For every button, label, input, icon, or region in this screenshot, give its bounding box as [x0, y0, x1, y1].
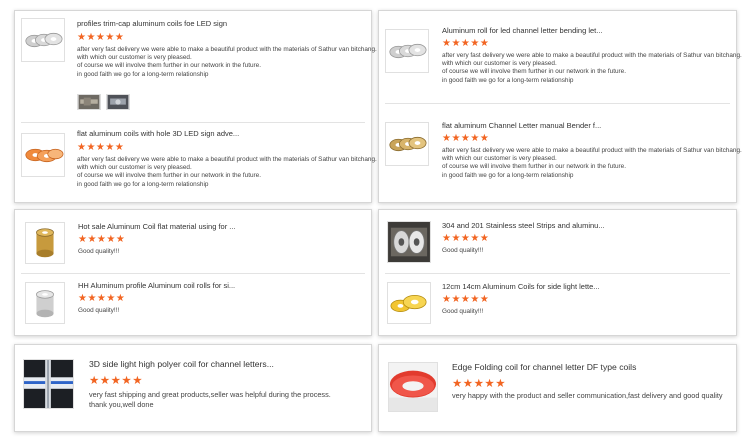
review-6-text: Good quality!!! [442, 247, 484, 254]
review-item: profiles trim-cap aluminum coils foe LED… [15, 11, 377, 121]
steel-strips-image [388, 222, 430, 262]
review-5-title[interactable]: HH Aluminum profile Aluminum coil rolls … [78, 281, 278, 290]
review-7-rating-stars: ★★★★★ [442, 294, 490, 305]
review-6-thumbnail[interactable] [387, 221, 431, 263]
review-0-rating-stars: ★★★★★ [77, 32, 125, 43]
review-2-title[interactable]: Aluminum roll for led channel letter ben… [442, 26, 732, 35]
review-3-rating-stars: ★★★★★ [442, 133, 490, 144]
review-8-thumbnail[interactable] [23, 359, 74, 409]
review-item: Aluminum roll for led channel letter ben… [379, 11, 742, 101]
review-0-photo-2[interactable] [106, 94, 130, 110]
red-coil-photo [389, 363, 437, 411]
review-item: Edge Folding coil for channel letter DF … [379, 345, 736, 433]
review-0-title[interactable]: profiles trim-cap aluminum coils foe LED… [77, 19, 367, 28]
review-photo-icon [78, 95, 100, 109]
review-3-thumbnail[interactable] [385, 122, 429, 166]
review-2-text: after very fast delivery we were able to… [442, 52, 742, 84]
review-item: 304 and 201 Stainless steel Strips and a… [379, 210, 736, 272]
review-8-text: very fast shipping and great products,se… [89, 390, 331, 409]
review-4-text: Good quality!!! [78, 248, 120, 255]
review-8-rating-stars: ★★★★★ [89, 375, 144, 387]
review-9-text: very happy with the product and seller c… [452, 391, 723, 400]
review-7-text: Good quality!!! [442, 308, 484, 315]
review-2-rating-stars: ★★★★★ [442, 38, 490, 49]
review-item: flat aluminum Channel Letter manual Bend… [379, 104, 742, 203]
review-4-thumbnail[interactable] [25, 222, 65, 264]
review-4-title[interactable]: Hot sale Aluminum Coil flat material usi… [78, 222, 278, 231]
review-photo-icon [107, 95, 129, 109]
review-9-thumbnail[interactable] [388, 362, 438, 412]
review-2-thumbnail[interactable] [385, 29, 429, 73]
yellow-coils-image [388, 283, 430, 323]
orange-coils-image [22, 134, 64, 176]
review-item: HH Aluminum profile Aluminum coil rolls … [15, 274, 371, 336]
review-item: 3D side light high polyer coil for chann… [15, 345, 371, 433]
gold-coils-image [386, 123, 428, 165]
polymer-coil-photo [24, 360, 73, 408]
review-1-thumbnail[interactable] [21, 133, 65, 177]
review-5-thumbnail[interactable] [25, 282, 65, 324]
review-0-photo-1[interactable] [77, 94, 101, 110]
review-card: Aluminum roll for led channel letter ben… [378, 10, 742, 203]
review-9-rating-stars: ★★★★★ [452, 378, 507, 390]
review-card: Edge Folding coil for channel letter DF … [378, 344, 737, 432]
review-6-title[interactable]: 304 and 201 Stainless steel Strips and a… [442, 221, 642, 230]
review-item: 12cm 14cm Aluminum Coils for side light … [379, 274, 736, 336]
review-item: Hot sale Aluminum Coil flat material usi… [15, 210, 371, 272]
review-9-title[interactable]: Edge Folding coil for channel letter DF … [452, 362, 732, 372]
review-0-thumbnail[interactable] [21, 18, 65, 62]
review-card: 304 and 201 Stainless steel Strips and a… [378, 209, 737, 336]
review-1-title[interactable]: flat aluminum coils with hole 3D LED sig… [77, 129, 367, 138]
review-0-text: after very fast delivery we were able to… [77, 46, 377, 78]
review-card: profiles trim-cap aluminum coils foe LED… [14, 10, 377, 203]
review-7-thumbnail[interactable] [387, 282, 431, 324]
review-3-text: after very fast delivery we were able to… [442, 147, 742, 179]
review-4-rating-stars: ★★★★★ [78, 234, 126, 245]
review-1-text: after very fast delivery we were able to… [77, 156, 377, 188]
review-5-text: Good quality!!! [78, 307, 120, 314]
review-3-title[interactable]: flat aluminum Channel Letter manual Bend… [442, 121, 732, 130]
review-card: Hot sale Aluminum Coil flat material usi… [14, 209, 372, 336]
review-5-rating-stars: ★★★★★ [78, 293, 126, 304]
review-card: 3D side light high polyer coil for chann… [14, 344, 372, 432]
review-6-rating-stars: ★★★★★ [442, 233, 490, 244]
gold-coil-image [26, 223, 64, 263]
silver-coils-image [22, 19, 64, 61]
silver-coils-image [386, 30, 428, 72]
review-1-rating-stars: ★★★★★ [77, 142, 125, 153]
review-item: flat aluminum coils with hole 3D LED sig… [15, 123, 377, 203]
review-8-title[interactable]: 3D side light high polyer coil for chann… [89, 359, 359, 369]
silver-coil-image [26, 283, 64, 323]
review-7-title[interactable]: 12cm 14cm Aluminum Coils for side light … [442, 282, 642, 291]
